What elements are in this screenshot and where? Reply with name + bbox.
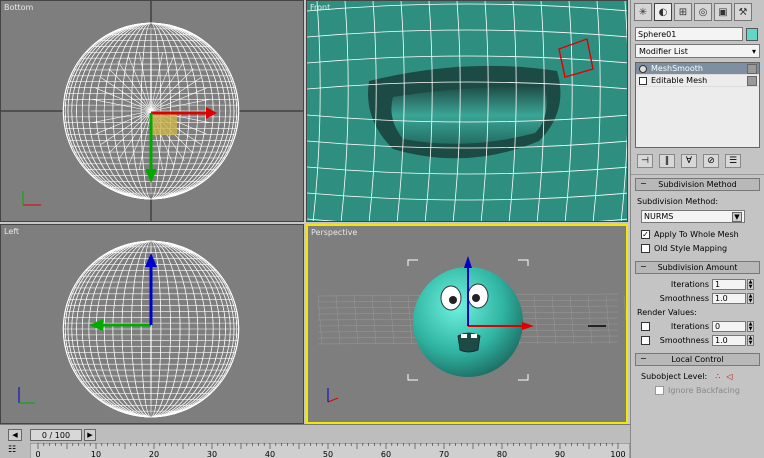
- utilities-icon[interactable]: ⚒: [734, 3, 752, 21]
- vertex-icon[interactable]: ∴: [715, 372, 720, 381]
- viewport-label[interactable]: Front: [310, 3, 330, 12]
- smoothness-spinner[interactable]: 1.0: [712, 292, 746, 304]
- display-icon[interactable]: ▣: [714, 3, 732, 21]
- render-iterations-checkbox[interactable]: [641, 321, 650, 331]
- rollout-header[interactable]: − Local Control: [635, 353, 760, 366]
- edge-icon[interactable]: ◁: [726, 372, 732, 381]
- spinner-arrows-icon[interactable]: ▲ ▼: [747, 320, 754, 332]
- stack-tools: ⊣ ‖ ∀ ⊘ ☰: [631, 148, 764, 175]
- chevron-down-icon: ▼: [732, 211, 742, 222]
- subobject-level-label: Subobject Level:: [641, 371, 708, 381]
- modifier-stack: MeshSmooth Editable Mesh: [635, 62, 760, 148]
- hierarchy-icon[interactable]: ⊞: [674, 3, 692, 21]
- rollout-header[interactable]: − Subdivision Amount: [635, 261, 760, 274]
- lightbulb-icon[interactable]: [639, 64, 647, 73]
- viewport-left[interactable]: Left: [0, 224, 304, 424]
- viewport-label[interactable]: Left: [4, 227, 19, 236]
- show-end-result-icon[interactable]: ‖: [659, 154, 675, 168]
- rollout-local-control: − Local Control Subobject Level: ∴ ◁ Ign…: [635, 353, 760, 400]
- tick-label: 90: [554, 450, 566, 458]
- mouth-closeup: [307, 1, 627, 221]
- panel-tabs: ✳ ◐ ⊞ ◎ ▣ ⚒: [631, 0, 764, 24]
- viewport-label[interactable]: Perspective: [311, 228, 357, 237]
- next-frame-icon[interactable]: ▶: [84, 429, 96, 441]
- tick-label: 20: [148, 450, 160, 458]
- rollout-title: Local Control: [671, 355, 724, 364]
- object-name-row: [635, 27, 760, 41]
- chevron-down-icon: ▾: [751, 46, 756, 56]
- object-name-input[interactable]: [635, 27, 743, 41]
- modify-icon[interactable]: ◐: [654, 3, 672, 21]
- perspective-scene: [317, 256, 626, 403]
- rollout-title: Subdivision Method: [658, 180, 737, 189]
- stack-item-label: MeshSmooth: [651, 64, 703, 73]
- collapse-icon: −: [640, 262, 647, 271]
- rollout-header[interactable]: − Subdivision Method: [635, 178, 760, 191]
- modifier-list-label: Modifier List: [639, 46, 688, 56]
- rollout-subdivision-amount: − Subdivision Amount Iterations 1 ▲ ▼ Smo…: [635, 261, 760, 350]
- pin-stack-icon[interactable]: ⊣: [637, 154, 653, 168]
- make-unique-icon[interactable]: ∀: [681, 154, 697, 168]
- viewport-label[interactable]: Bottom: [4, 3, 33, 12]
- iterations-label: Iterations: [670, 279, 709, 289]
- tick-label: 80: [496, 450, 508, 458]
- render-iterations-spinner[interactable]: 0: [712, 320, 746, 332]
- render-iterations-label: Iterations: [670, 321, 709, 331]
- stack-item-meshsmooth[interactable]: MeshSmooth: [636, 63, 759, 75]
- square-icon: [747, 63, 757, 74]
- max-window: Bottom Front Left Perspective ✳ ◐ ⊞ ◎ ▣ …: [0, 0, 764, 458]
- tick-label: 30: [206, 450, 218, 458]
- tick-label: 50: [322, 450, 334, 458]
- old-style-checkbox[interactable]: [641, 243, 650, 253]
- configure-sets-icon[interactable]: ☰: [725, 154, 741, 168]
- render-values-label: Render Values:: [637, 307, 697, 317]
- time-slider-bar: ◀ 0 / 100 ▶ ☷ 0 10 20 30 40 50 60 70 80 90 100: [0, 424, 630, 458]
- method-label: Subdivision Method:: [637, 196, 719, 206]
- remove-modifier-icon[interactable]: ⊘: [703, 154, 719, 168]
- rollout-title: Subdivision Amount: [657, 263, 738, 272]
- rollout-subdivision-method: − Subdivision Method Subdivision Method:…: [635, 178, 760, 258]
- smoothness-label: Smoothness: [659, 293, 709, 303]
- time-slider[interactable]: 0 / 100: [30, 429, 82, 441]
- old-style-label: Old Style Mapping: [654, 243, 728, 253]
- render-smoothness-checkbox[interactable]: [641, 335, 650, 345]
- spinner-arrows-icon[interactable]: ▲ ▼: [747, 292, 754, 304]
- render-smoothness-label: Smoothness: [659, 335, 709, 345]
- tick-label: 100: [610, 450, 626, 458]
- spinner-arrows-icon[interactable]: ▲ ▼: [747, 278, 754, 290]
- motion-icon[interactable]: ◎: [694, 3, 712, 21]
- apply-whole-mesh-checkbox[interactable]: ✓: [641, 229, 650, 239]
- ignore-backfacing-checkbox[interactable]: [655, 385, 664, 395]
- wireframe-sphere-bottom: [1, 1, 303, 221]
- collapse-icon: −: [640, 179, 647, 188]
- square-icon: [747, 75, 757, 86]
- object-color-swatch[interactable]: [746, 27, 758, 41]
- tick-label: 70: [438, 450, 450, 458]
- create-icon[interactable]: ✳: [634, 3, 652, 21]
- select-value: NURMS: [644, 212, 674, 221]
- apply-whole-mesh-label: Apply To Whole Mesh: [654, 229, 739, 239]
- modifier-list-dropdown[interactable]: Modifier List ▾: [635, 44, 760, 58]
- subdivision-method-select[interactable]: NURMS ▼: [641, 210, 745, 223]
- viewport-bottom[interactable]: Bottom: [0, 0, 304, 222]
- tick-label: 10: [90, 450, 102, 458]
- command-panel: ✳ ◐ ⊞ ◎ ▣ ⚒ Modifier List ▾ MeshSmooth E…: [630, 0, 764, 458]
- trackbar-icon[interactable]: ☷: [8, 445, 22, 457]
- tick-label: 0: [35, 450, 41, 458]
- stack-item-editable-mesh[interactable]: Editable Mesh: [636, 75, 759, 87]
- spinner-arrows-icon[interactable]: ▲ ▼: [747, 334, 754, 346]
- iterations-spinner[interactable]: 1: [712, 278, 746, 290]
- viewport-perspective[interactable]: Perspective: [306, 224, 628, 424]
- viewport-front[interactable]: Front: [306, 0, 628, 222]
- tick-label: 40: [264, 450, 276, 458]
- collapse-icon: −: [640, 354, 647, 363]
- prev-frame-icon[interactable]: ◀: [8, 429, 22, 441]
- render-smoothness-spinner[interactable]: 1.0: [712, 334, 746, 346]
- box-icon: [639, 76, 647, 85]
- tick-label: 60: [380, 450, 392, 458]
- wireframe-sphere-left: [18, 240, 240, 418]
- ignore-backfacing-label: Ignore Backfacing: [668, 385, 740, 395]
- stack-item-label: Editable Mesh: [651, 76, 708, 85]
